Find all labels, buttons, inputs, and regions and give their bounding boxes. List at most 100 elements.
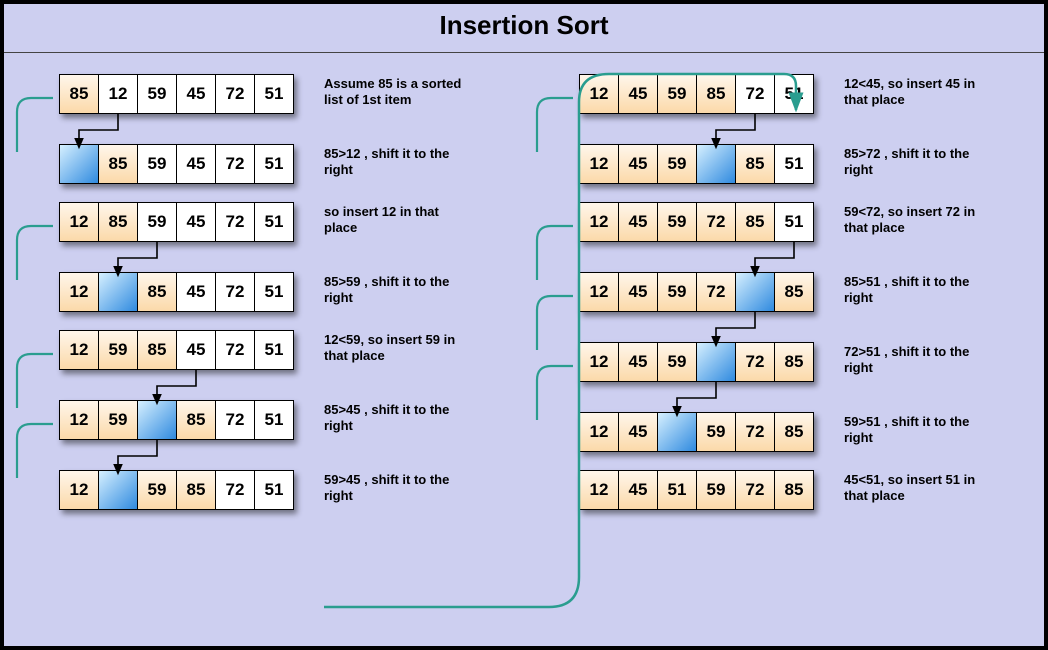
array-cell: 59 [657,74,697,114]
array-cell: 12 [579,412,619,452]
array-cell: 51 [774,202,814,242]
array-cell: 12 [59,202,99,242]
array-cell: 59 [137,470,177,510]
right-column: 12455985725112<45, so insert 45 in that … [524,74,1044,636]
step-description: 85>72 , shift it to the right [844,146,984,179]
array-cell: 72 [735,412,775,452]
array-cell: 45 [618,342,658,382]
title-divider [4,52,1044,53]
step-description: 59<72, so insert 72 in that place [844,204,984,237]
loop-arrow-icon [13,422,53,478]
left-column: 851259457251Assume 85 is a sorted list o… [4,74,524,636]
array-cell: 51 [254,272,294,312]
array-cell: 51 [254,470,294,510]
step: 124559728585>51 , shift it to the right [579,272,1029,312]
array-row: 1245598551 [579,144,814,184]
array-cell [98,470,138,510]
loop-arrow-icon [533,224,573,280]
array-cell [657,412,697,452]
array-cell: 12 [579,342,619,382]
array-cell: 12 [579,74,619,114]
array-cell: 45 [176,272,216,312]
array-cell [137,400,177,440]
array-row: 124551597285 [579,470,814,510]
array-cell: 72 [215,74,255,114]
array-cell: 72 [735,470,775,510]
step: 124559728551 59<72, so insert 72 in that … [579,202,1029,242]
array-cell: 51 [254,144,294,184]
step: 1245 597285 59>51 , shift it to the right [579,412,1029,452]
array-cell: 72 [215,330,255,370]
array-cell: 45 [618,412,658,452]
array-cell: 85 [774,412,814,452]
array-cell: 72 [215,272,255,312]
loop-arrow-icon [13,96,53,152]
array-cell: 85 [774,342,814,382]
array-cell: 85 [176,400,216,440]
array-cell: 85 [774,470,814,510]
diagram-title: Insertion Sort [4,10,1044,41]
array-cell: 51 [254,74,294,114]
array-cell: 59 [137,144,177,184]
array-cell: 45 [618,272,658,312]
array-cell: 72 [735,342,775,382]
loop-arrow-icon [533,96,573,152]
step-description: 85>51 , shift it to the right [844,274,984,307]
step: 128559457251so insert 12 in that place [59,202,509,242]
array-cell: 59 [657,272,697,312]
array-cell: 12 [579,202,619,242]
array-cell: 85 [137,330,177,370]
step-description: 85>45 , shift it to the right [324,402,464,435]
array-cell: 72 [215,400,255,440]
array-cell: 72 [215,470,255,510]
array-cell: 51 [774,74,814,114]
loop-arrow-icon [533,294,573,350]
array-row: 125985457251 [59,330,294,370]
array-row: 8559457251 [59,144,294,184]
array-cell: 59 [657,144,697,184]
array-cell: 72 [696,202,736,242]
array-cell: 45 [618,74,658,114]
array-cell: 85 [59,74,99,114]
array-cell: 59 [696,412,736,452]
array-cell: 12 [59,272,99,312]
step-description: 85>12 , shift it to the right [324,146,464,179]
step-description: so insert 12 in that place [324,204,464,237]
step-description: 72>51 , shift it to the right [844,344,984,377]
array-cell: 51 [254,202,294,242]
array-row: 124559857251 [579,74,814,114]
step: 12455985725112<45, so insert 45 in that … [579,74,1029,114]
array-cell: 85 [696,74,736,114]
array-cell [696,342,736,382]
array-cell [735,272,775,312]
array-cell: 12 [579,144,619,184]
array-cell: 59 [98,330,138,370]
array-cell: 85 [98,202,138,242]
array-cell: 59 [696,470,736,510]
step-description: 59>45 , shift it to the right [324,472,464,505]
array-cell: 12 [59,400,99,440]
step: 12598545725112<59, so insert 59 in that … [59,330,509,370]
loop-arrow-icon [13,224,53,280]
array-row: 124559728551 [579,202,814,242]
loop-arrow-icon [533,364,573,420]
step: 851259457251Assume 85 is a sorted list o… [59,74,509,114]
array-cell: 45 [176,74,216,114]
array-cell: 72 [696,272,736,312]
array-cell: 85 [176,470,216,510]
array-cell: 59 [137,74,177,114]
array-cell: 85 [735,144,775,184]
array-cell [59,144,99,184]
array-cell [98,272,138,312]
step-description: 59>51 , shift it to the right [844,414,984,447]
step-description: Assume 85 is a sorted list of 1st item [324,76,464,109]
step: 124551597285 45<51, so insert 51 in that … [579,470,1029,510]
step-description: 45<51, so insert 51 in that place [844,472,984,505]
array-cell: 51 [774,144,814,184]
columns: 851259457251Assume 85 is a sorted list o… [4,74,1044,636]
array-cell: 59 [98,400,138,440]
step: 124559855185>72 , shift it to the right [579,144,1029,184]
array-cell: 72 [735,74,775,114]
array-row: 1259857251 [59,400,294,440]
array-cell: 45 [618,202,658,242]
